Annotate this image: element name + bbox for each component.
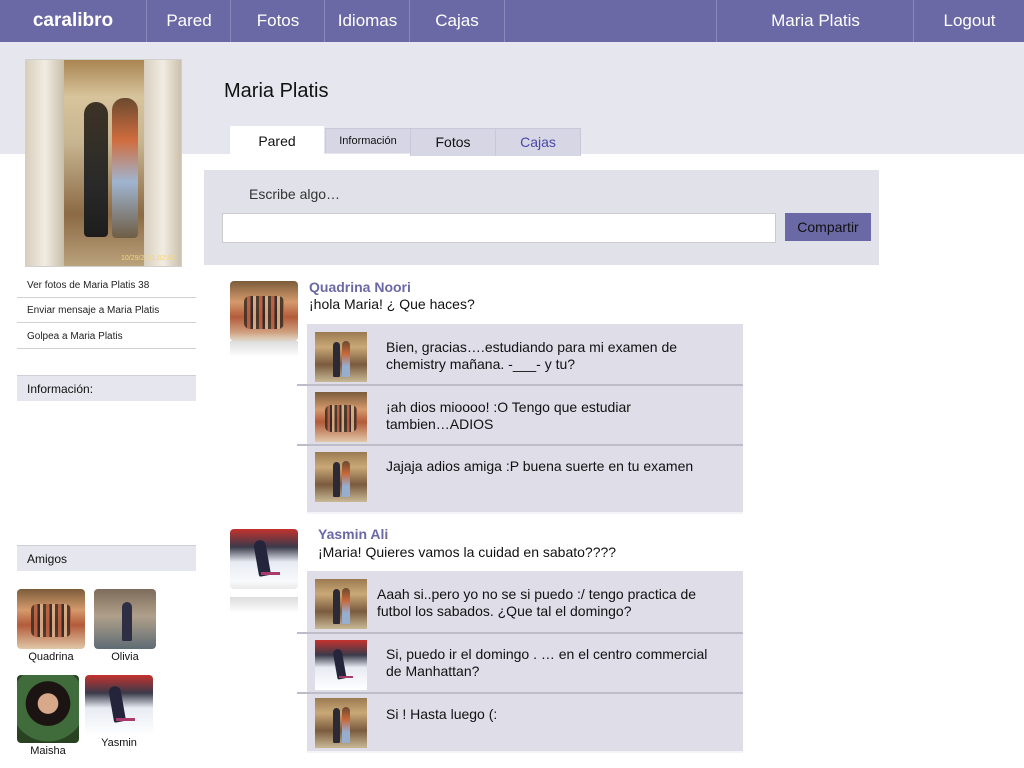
profile-name: Maria Platis: [224, 80, 329, 102]
reply-text: Si, puedo ir el domingo . … en el centro…: [386, 646, 708, 679]
friend-avatar: [85, 675, 153, 735]
share-button[interactable]: Compartir: [785, 213, 871, 241]
reply-item: Bien, gracias….estudiando para mi examen…: [307, 324, 743, 386]
reply-item: Si, puedo ir el domingo . … en el centro…: [307, 634, 743, 694]
tab-informacion[interactable]: Información: [325, 128, 411, 153]
info-section-header: Información:: [17, 375, 196, 401]
nav-cajas[interactable]: Cajas: [409, 0, 505, 42]
reply-text: Aaah si..pero yo no se si puedo :/ tengo…: [377, 586, 697, 619]
reply-avatar[interactable]: [315, 392, 367, 442]
reply-text: Si ! Hasta luego (:: [386, 706, 498, 722]
post-text: ¡hola Maria! ¿ Que haces?: [309, 296, 475, 312]
friend-maisha[interactable]: Maisha: [17, 675, 79, 757]
composer-input[interactable]: [222, 213, 776, 243]
tab-pared[interactable]: Pared: [230, 126, 324, 156]
friend-name: Olivia: [111, 651, 139, 663]
poke-link[interactable]: Golpea a Maria Platis: [17, 324, 196, 349]
reply-text: ¡ah dios mioooo! :O Tengo que estudiar t…: [386, 399, 631, 432]
friend-avatar: [94, 589, 156, 649]
logout-button[interactable]: Logout: [913, 0, 1024, 42]
photo-pillar-right: [144, 60, 181, 266]
photo-date-stamp: 10/29/2011 02:52: [121, 255, 175, 262]
tab-fotos[interactable]: Fotos: [410, 128, 496, 156]
post-author-avatar[interactable]: [230, 529, 298, 589]
friend-olivia[interactable]: Olivia: [94, 589, 156, 663]
post-composer: Escribe algo… Compartir: [204, 170, 879, 265]
avatar-reflection: [230, 597, 298, 613]
reply-avatar[interactable]: [315, 640, 367, 690]
reply-item: ¡ah dios mioooo! :O Tengo que estudiar t…: [307, 386, 743, 446]
nav-pared[interactable]: Pared: [146, 0, 231, 42]
friend-name: Yasmin: [101, 737, 137, 749]
photo-person-1: [84, 102, 108, 237]
post-author-name[interactable]: Yasmin Ali: [318, 526, 388, 542]
photo-pillar-left: [26, 60, 64, 266]
top-navigation-bar: caralibro Pared Fotos Idiomas Cajas Mari…: [0, 0, 1024, 42]
nav-user-profile[interactable]: Maria Platis: [716, 0, 914, 42]
composer-prompt: Escribe algo…: [249, 186, 341, 202]
nav-fotos[interactable]: Fotos: [230, 0, 325, 42]
tab-cajas[interactable]: Cajas: [495, 128, 581, 156]
reply-text: Jajaja adios amiga :P buena suerte en tu…: [386, 458, 694, 474]
send-message-link[interactable]: Enviar mensaje a Maria Platis: [17, 298, 196, 323]
friend-yasmin[interactable]: Yasmin: [85, 675, 153, 749]
friend-quadrina[interactable]: Quadrina: [17, 589, 85, 663]
photo-person-2: [112, 98, 138, 238]
nav-idiomas[interactable]: Idiomas: [324, 0, 410, 42]
profile-photo[interactable]: 10/29/2011 02:52: [25, 59, 182, 267]
reply-avatar[interactable]: [315, 332, 367, 382]
friend-avatar: [17, 589, 85, 649]
reply-avatar[interactable]: [315, 698, 367, 748]
friends-section-header: Amigos: [17, 545, 196, 571]
post-author-avatar[interactable]: [230, 281, 298, 341]
brand-logo[interactable]: caralibro: [0, 0, 146, 42]
reply-avatar[interactable]: [315, 579, 367, 629]
reply-avatar[interactable]: [315, 452, 367, 502]
friend-avatar: [17, 675, 79, 743]
view-photos-link[interactable]: Ver fotos de Maria Platis 38: [17, 273, 196, 298]
post-text: ¡Maria! Quieres vamos la cuidad en sabat…: [318, 544, 617, 560]
reply-text: Bien, gracias….estudiando para mi examen…: [386, 339, 678, 372]
friend-name: Maisha: [30, 745, 66, 757]
reply-item: Si ! Hasta luego (:: [307, 694, 743, 753]
reply-item: Aaah si..pero yo no se si puedo :/ tengo…: [307, 571, 743, 634]
friend-name: Quadrina: [28, 651, 74, 663]
reply-item: Jajaja adios amiga :P buena suerte en tu…: [307, 446, 743, 514]
avatar-reflection: [230, 341, 298, 357]
post-author-name[interactable]: Quadrina Noori: [309, 279, 411, 295]
